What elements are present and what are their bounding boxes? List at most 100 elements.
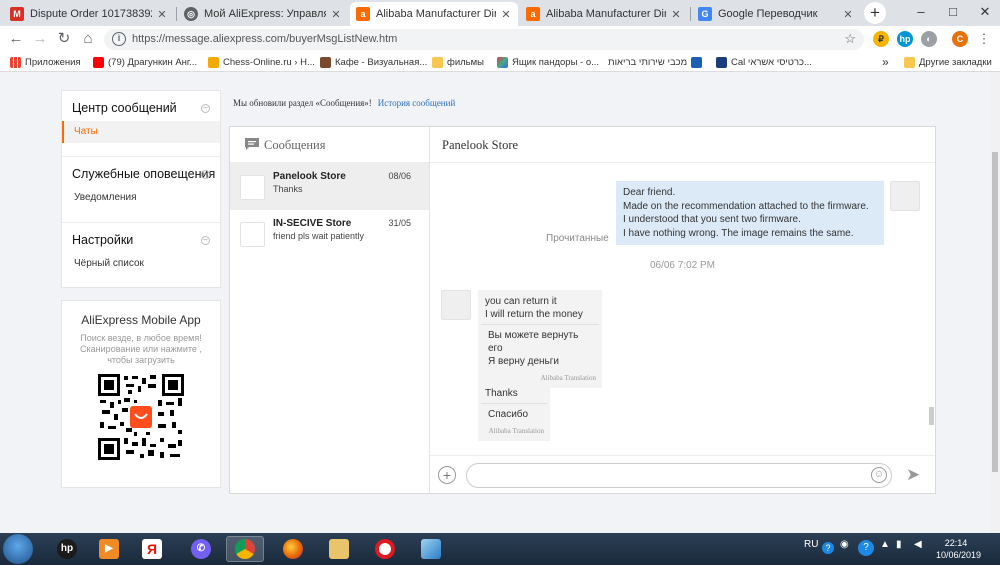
info-icon[interactable]: i: [112, 32, 126, 46]
tab-dispute-order[interactable]: M Dispute Order 1017383924212 ✕: [4, 2, 174, 26]
sidebar-item-chats[interactable]: Чаты: [62, 121, 220, 143]
menu-icon[interactable]: ⋮: [974, 29, 994, 49]
collapse-icon[interactable]: –: [201, 170, 210, 179]
help-center-icon[interactable]: ?: [858, 540, 874, 556]
apps-grid-icon: [10, 56, 21, 68]
original-text: Thanks: [485, 388, 518, 399]
help-icon[interactable]: ?: [822, 542, 834, 554]
chat-scrollbar[interactable]: [929, 407, 934, 425]
conversation-item[interactable]: IN-SECIVE Store friend pls wait patientl…: [230, 210, 429, 257]
alibaba-icon: a: [526, 7, 540, 21]
minimize-button[interactable]: –: [906, 0, 936, 26]
taskbar-firefox[interactable]: [274, 536, 312, 562]
taskbar-media-player[interactable]: ▶: [90, 536, 128, 562]
close-tab-icon[interactable]: ✕: [330, 8, 342, 21]
maximize-button[interactable]: □: [938, 0, 968, 26]
emoji-icon[interactable]: ☺: [871, 467, 887, 483]
address-url[interactable]: https://message.aliexpress.com/buyerMsgL…: [132, 33, 397, 45]
reload-icon[interactable]: ↻: [54, 29, 74, 49]
home-icon[interactable]: ⌂: [78, 29, 98, 49]
taskbar-chrome[interactable]: [226, 536, 264, 562]
taskbar-yandex[interactable]: Я: [133, 536, 171, 562]
browser-toolbar: ← → ↻ ⌂ i https://message.aliexpress.com…: [0, 26, 1000, 52]
page-scrollbar[interactable]: [990, 72, 1000, 533]
close-window-button[interactable]: ✕: [970, 0, 1000, 26]
section-service-notifications[interactable]: Служебные оповещения –: [62, 157, 220, 187]
clock-date: 10/06/2019: [936, 550, 982, 560]
translation-label: Alibaba Translation: [488, 427, 544, 435]
close-tab-icon[interactable]: ✕: [842, 8, 854, 21]
bookmark-pandora[interactable]: Ящик пандоры - о...: [497, 55, 599, 69]
send-icon[interactable]: ➤: [906, 465, 920, 485]
bookmark-films-folder[interactable]: фильмы: [432, 55, 484, 69]
collapse-icon[interactable]: –: [201, 236, 210, 245]
tab-google-translate[interactable]: G Google Переводчик ✕: [692, 2, 860, 26]
message-history-link[interactable]: История сообщений: [378, 98, 455, 108]
tray-expand-icon[interactable]: ▲: [880, 539, 890, 550]
taskbar-hp-app[interactable]: hp: [48, 536, 86, 562]
left-sidebar: Центр сообщений – Чаты Служебные оповеще…: [61, 90, 221, 488]
message-timestamp: 06/06 7:02 PM: [649, 260, 716, 271]
close-tab-icon[interactable]: ✕: [156, 8, 168, 21]
notification-icon[interactable]: ◉: [840, 539, 849, 550]
gmail-icon: M: [10, 7, 24, 21]
tab-my-aliexpress[interactable]: ◎ Мой AliExpress: Управлять зака ✕: [178, 2, 348, 26]
chrome-icon: [235, 539, 255, 559]
bookmark-maccabi[interactable]: מכבי שירותי בריאות: [608, 55, 703, 69]
bookmark-cal[interactable]: Cal כרטיסי אשראי...: [716, 55, 812, 69]
translated-text: Вы можете вернуть его Я верну деньги: [481, 324, 599, 370]
collapse-icon[interactable]: –: [201, 104, 210, 113]
new-tab-button[interactable]: +: [864, 2, 886, 24]
section-message-center[interactable]: Центр сообщений –: [62, 91, 220, 121]
bookmark-chess-online[interactable]: Chess-Online.ru › Н...: [208, 55, 315, 69]
bookmark-apps[interactable]: Приложения: [10, 55, 81, 69]
network-icon[interactable]: ▮: [896, 539, 902, 550]
taskbar-app[interactable]: [412, 536, 450, 562]
chat-title: Panelook Store: [430, 127, 935, 163]
tab-alibaba-directory[interactable]: a Alibaba Manufacturer Directory ✕: [520, 2, 688, 26]
system-clock[interactable]: 22:14 10/06/2019: [936, 537, 982, 561]
message-composer: + ☺ ➤: [430, 455, 935, 493]
chat-history[interactable]: Dear friend. Made on the recommendation …: [430, 163, 935, 455]
sidebar-item-blacklist[interactable]: Чёрный список: [62, 253, 220, 275]
conversation-item[interactable]: Panelook Store Thanks 08/06: [230, 163, 429, 210]
conversation-preview: friend pls wait patiently: [273, 231, 365, 241]
taskbar-opera[interactable]: [366, 536, 404, 562]
tab-alibaba-directory-active[interactable]: a Alibaba Manufacturer Directory ✕: [350, 2, 518, 26]
bookmark-star-icon[interactable]: ☆: [844, 31, 856, 47]
alibaba-icon: a: [356, 7, 370, 21]
language-indicator[interactable]: RU: [804, 539, 818, 550]
close-tab-icon[interactable]: ✕: [500, 8, 512, 21]
bookmark-cafe[interactable]: Кафе - Визуальная...: [320, 55, 427, 69]
extension-icon[interactable]: ₽: [873, 31, 889, 47]
chess-icon: [208, 56, 219, 68]
message-center-page: Центр сообщений – Чаты Служебные оповеще…: [0, 72, 990, 533]
ghost-extension-icon[interactable]: ◐: [921, 31, 937, 47]
window-app-icon: [421, 539, 441, 559]
bookmarks-overflow-icon[interactable]: »: [882, 55, 889, 69]
conversation-name: IN-SECIVE Store: [273, 218, 352, 229]
profile-avatar[interactable]: C: [952, 31, 968, 47]
attach-plus-icon[interactable]: +: [438, 466, 456, 484]
folder-icon: [329, 539, 349, 559]
address-bar[interactable]: i https://message.aliexpress.com/buyerMs…: [104, 29, 864, 50]
taskbar-viber[interactable]: ✆: [182, 536, 220, 562]
close-tab-icon[interactable]: ✕: [670, 8, 682, 21]
youtube-icon: [93, 56, 104, 68]
hp-icon[interactable]: hp: [897, 31, 913, 47]
taskbar-explorer[interactable]: [320, 536, 358, 562]
viber-icon: ✆: [191, 539, 211, 559]
volume-icon[interactable]: ◀: [914, 539, 922, 550]
bookmark-youtube[interactable]: (79) Драгункин Анг...: [93, 55, 197, 69]
incoming-message: Thanks Спасибо Alibaba Translation: [478, 382, 550, 441]
forward-arrow-icon[interactable]: →: [30, 29, 50, 49]
section-settings[interactable]: Настройки –: [62, 223, 220, 253]
other-bookmarks[interactable]: Другие закладки: [904, 55, 992, 69]
back-arrow-icon[interactable]: ←: [6, 29, 26, 49]
conversation-date: 08/06: [388, 171, 411, 181]
original-text: you can return it I will return the mone…: [485, 296, 583, 320]
message-input[interactable]: [466, 463, 892, 488]
qr-code[interactable]: [98, 374, 184, 460]
sidebar-item-notifications[interactable]: Уведомления: [62, 187, 220, 209]
windows-start-icon[interactable]: [3, 534, 33, 564]
